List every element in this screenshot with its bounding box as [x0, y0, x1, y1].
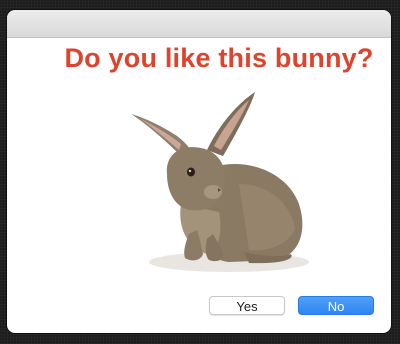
- dialog-window: Do you like this bunny? Yes No: [7, 10, 391, 333]
- bunny-illustration: [131, 92, 309, 272]
- no-button[interactable]: No: [298, 296, 374, 315]
- title-bar[interactable]: [7, 10, 391, 38]
- dialog-question: Do you like this bunny?: [64, 43, 374, 73]
- bunny-image: [119, 84, 309, 284]
- yes-button[interactable]: Yes: [209, 296, 285, 315]
